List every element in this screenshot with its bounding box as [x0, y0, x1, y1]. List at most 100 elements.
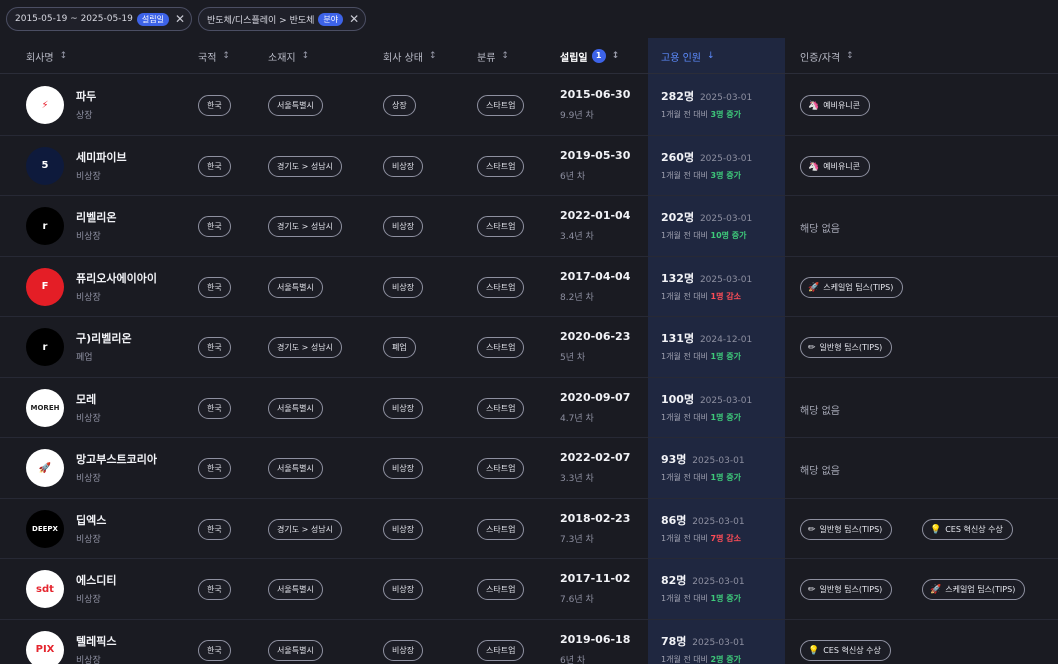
employee-change: 1개월 전 대비 2명 증가 [661, 654, 741, 664]
table-row[interactable]: r 리벨리온 비상장 한국 경기도 > 성남시 비상장 스타트업 2022-01… [0, 196, 1058, 257]
category-pill: 스타트업 [477, 579, 525, 600]
location-pill: 경기도 > 성남시 [268, 216, 342, 237]
employee-change: 1개월 전 대비 10명 증가 [661, 231, 747, 240]
category-pill: 스타트업 [477, 458, 525, 479]
company-name[interactable]: 에스디티 [76, 572, 116, 588]
employee-count: 93명 2025-03-01 [661, 453, 745, 466]
employee-change: 1개월 전 대비 3명 증가 [661, 110, 741, 119]
lightbulb-icon: 💡 [808, 645, 820, 656]
company-age: 8.2년 차 [560, 292, 594, 303]
status-pill: 비상장 [383, 276, 424, 298]
location-pill: 서울특별시 [268, 397, 323, 419]
rocket-icon: 🚀 [808, 282, 820, 293]
company-name[interactable]: 세미파이브 [76, 149, 127, 165]
employee-count: 86명 2025-03-01 [661, 513, 745, 527]
company-name[interactable]: 모레 [76, 391, 96, 407]
header-founded[interactable]: 설립일 1 ↕ [560, 38, 619, 74]
table-row[interactable]: sdt 에스디티 비상장 한국 서울특별시 비상장 스타트업 2017-11-0… [0, 559, 1058, 620]
table-row[interactable]: DEEPX 딥엑스 비상장 한국 경기도 > 성남시 비상장 스타트업 2018… [0, 499, 1058, 559]
table-row[interactable]: PIX 텔레픽스 비상장 한국 서울특별시 비상장 스타트업 2019-06-1… [0, 620, 1058, 664]
company-age: 3.3년 차 [560, 474, 594, 484]
company-age: 3.4년 차 [560, 232, 594, 242]
company-name[interactable]: 파두 [76, 88, 96, 104]
cert-badge[interactable]: 🦄 예비유니콘 [800, 155, 871, 177]
company-logo: 🚀 [26, 449, 64, 487]
no-cert-text: 해당 없음 [800, 466, 840, 477]
company-listing-status: 비상장 [76, 413, 101, 424]
sort-icon: ↕ [846, 51, 854, 61]
cert-badge[interactable]: 💡 CES 혁신상 수상 [922, 518, 1013, 540]
filter-chip-label: 2015-05-19 ~ 2025-05-19 [15, 14, 133, 24]
company-listing-status: 비상장 [76, 534, 101, 545]
company-age: 4.7년 차 [560, 413, 594, 424]
table-row[interactable]: r 구)리벨리온 폐업 한국 경기도 > 성남시 폐업 스타트업 2020-06… [0, 317, 1058, 378]
pencil-icon: ✏ [808, 585, 816, 595]
company-age: 6년 차 [560, 171, 586, 182]
employee-count: 131명 2024-12-01 [661, 332, 753, 345]
country-pill: 한국 [198, 458, 231, 479]
country-pill: 한국 [198, 95, 231, 116]
status-pill: 비상장 [383, 216, 424, 237]
filter-chip-field[interactable]: 반도체/디스플레이 > 반도체 분야 ✕ [198, 7, 367, 31]
table-row[interactable]: 🚀 망고부스트코리아 비상장 한국 서울특별시 비상장 스타트업 2022-02… [0, 438, 1058, 499]
unicorn-icon: 🦄 [808, 161, 820, 172]
country-pill: 한국 [198, 337, 231, 358]
status-pill: 비상장 [383, 579, 424, 600]
close-icon[interactable]: ✕ [175, 13, 185, 25]
category-pill: 스타트업 [477, 95, 525, 116]
close-icon[interactable]: ✕ [349, 13, 359, 25]
employee-date: 2025-03-01 [699, 395, 753, 406]
table-row[interactable]: 5 세미파이브 비상장 한국 경기도 > 성남시 비상장 스타트업 2019-0… [0, 136, 1058, 196]
company-name[interactable]: 구)리벨리온 [76, 330, 132, 346]
employee-change: 1개월 전 대비 1명 증가 [661, 412, 741, 422]
employee-date: 2025-03-01 [699, 214, 753, 224]
filter-chip-date[interactable]: 2015-05-19 ~ 2025-05-19 설립일 ✕ [6, 7, 193, 31]
founded-date: 2020-09-07 [560, 390, 631, 404]
cert-badge[interactable]: 🦄 예비유니콘 [800, 95, 871, 116]
header-country[interactable]: 국적 ↕ [198, 38, 230, 74]
header-category[interactable]: 분류 ↕ [477, 38, 509, 74]
company-listing-status: 비상장 [76, 292, 101, 303]
employee-count: 132명 2025-03-01 [661, 271, 753, 285]
founded-date: 2022-02-07 [560, 451, 631, 464]
table-header: 회사명 ↕ 국적 ↕ 소재지 ↕ 회사 상태 ↕ 분류 ↕ 설립일 1 ↕ 고용 인원 ↓ 인증… [0, 38, 1058, 74]
table-row[interactable]: F 퓨리오사에이아이 비상장 한국 서울특별시 비상장 스타트업 2017-04… [0, 257, 1058, 317]
company-age: 7.3년 차 [560, 534, 594, 545]
sort-icon: ↕ [222, 51, 230, 61]
employee-count: 78명 2025-03-01 [661, 634, 745, 648]
country-pill: 한국 [198, 397, 231, 419]
cert-badge[interactable]: ✏ 일반형 팁스(TIPS) [800, 337, 893, 358]
status-pill: 비상장 [383, 518, 424, 540]
company-name[interactable]: 망고부스트코리아 [76, 451, 157, 467]
header-certs[interactable]: 인증/자격 ↕ [800, 38, 854, 74]
company-listing-status: 비상장 [76, 171, 101, 182]
employee-count: 100명 2025-03-01 [661, 392, 753, 406]
company-logo: ⚡ [26, 86, 64, 124]
company-logo: MOREH [26, 388, 64, 427]
country-pill: 한국 [198, 639, 231, 661]
company-name[interactable]: 퓨리오사에이아이 [76, 270, 157, 286]
cert-badge[interactable]: ✏ 일반형 팁스(TIPS) [800, 518, 893, 540]
cert-badge[interactable]: 💡 CES 혁신상 수상 [800, 639, 891, 661]
header-employees[interactable]: 고용 인원 ↓ [661, 38, 715, 74]
company-listing-status: 비상장 [76, 474, 101, 484]
cert-badge[interactable]: 🚀 스케일업 팁스(TIPS) [922, 579, 1026, 600]
category-pill: 스타트업 [477, 216, 525, 237]
rocket-icon: 🚀 [930, 585, 942, 595]
employee-count: 282명 2025-03-01 [661, 90, 753, 103]
company-age: 9.9년 차 [560, 111, 594, 121]
company-name[interactable]: 리벨리온 [76, 209, 116, 225]
header-status[interactable]: 회사 상태 ↕ [383, 38, 437, 74]
table-row[interactable]: ⚡ 파두 상장 한국 서울특별시 상장 스타트업 2015-06-30 9.9년… [0, 75, 1058, 136]
table-row[interactable]: MOREH 모레 비상장 한국 서울특별시 비상장 스타트업 2020-09-0… [0, 378, 1058, 438]
cert-badge[interactable]: ✏ 일반형 팁스(TIPS) [800, 579, 893, 600]
sort-icon: ↕ [501, 51, 509, 61]
employee-change: 1개월 전 대비 1명 감소 [661, 291, 741, 301]
no-cert-text: 해당 없음 [800, 224, 840, 235]
company-name[interactable]: 딥엑스 [76, 512, 106, 528]
cert-badge[interactable]: 🚀 스케일업 팁스(TIPS) [800, 276, 904, 298]
company-name[interactable]: 텔레픽스 [76, 633, 116, 649]
header-location[interactable]: 소재지 ↕ [268, 38, 309, 74]
founded-date: 2019-05-30 [560, 148, 631, 162]
header-company[interactable]: 회사명 ↕ [26, 38, 67, 74]
